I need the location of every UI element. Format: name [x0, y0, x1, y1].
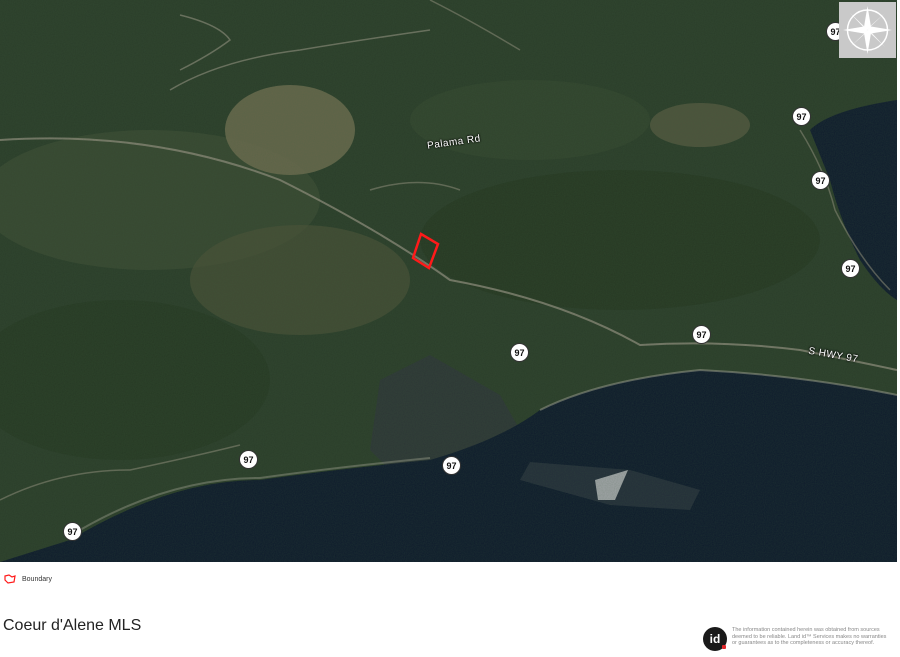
compass-rose-icon [839, 2, 896, 58]
highway-shield: 97 [63, 522, 82, 541]
map-imagery [0, 0, 897, 562]
highway-shield: 97 [692, 325, 711, 344]
highway-shield: 97 [841, 259, 860, 278]
boundary-outline-icon [4, 574, 16, 584]
highway-shield: 97 [811, 171, 830, 190]
highway-shield: 97 [792, 107, 811, 126]
highway-shield: 97 [510, 343, 529, 362]
satellite-map[interactable]: Palama Rd S HWY 97 97 97 97 97 97 97 97 … [0, 0, 897, 562]
legend-label-boundary: Boundary [22, 575, 52, 583]
logo-text: id [709, 632, 721, 646]
land-id-logo: id [703, 627, 727, 651]
map-legend: Boundary [4, 574, 52, 584]
logo-dot [722, 645, 726, 649]
highway-shield: 97 [239, 450, 258, 469]
highway-shield: 97 [442, 456, 461, 475]
brand-name: Coeur d'Alene MLS [3, 617, 142, 634]
disclaimer-text: The information contained herein was obt… [732, 627, 887, 646]
